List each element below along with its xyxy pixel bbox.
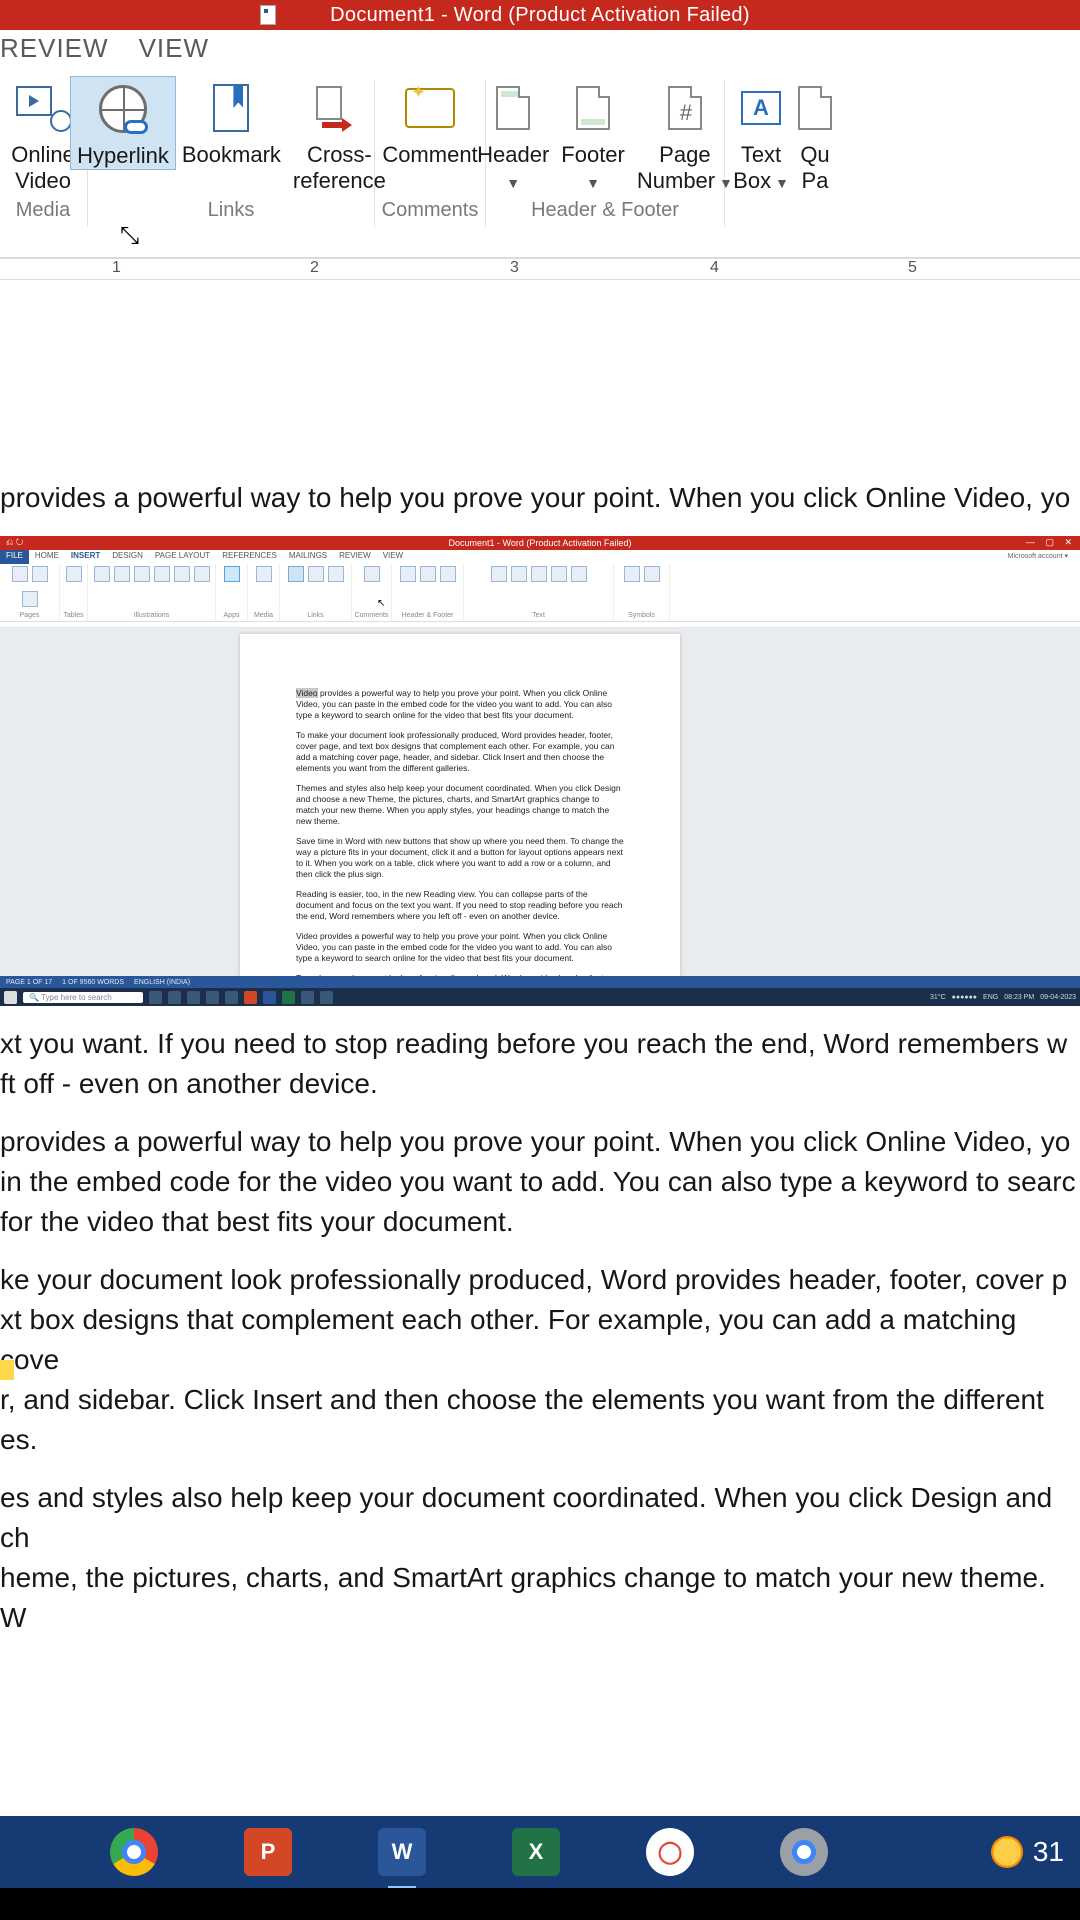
- tab-view[interactable]: VIEW: [127, 27, 227, 70]
- online-video-icon: [16, 86, 70, 130]
- mini-system-tray[interactable]: 31°C ●●●●●● ENG 08:23 PM 09-04-2023: [930, 994, 1076, 1001]
- page-number-button[interactable]: # Page Number ▼: [631, 76, 739, 196]
- chevron-down-icon: ▼: [506, 175, 520, 191]
- taskbar-chrome-icon[interactable]: [110, 1828, 158, 1876]
- mini-status-words: 1 OF 9560 WORDS: [62, 979, 124, 986]
- comment-icon: ✦: [405, 88, 455, 128]
- group-label-headerfooter: Header & Footer: [487, 199, 723, 222]
- cropped-icon-fragment: [0, 1360, 14, 1380]
- mini-hyperlink-button[interactable]: [288, 566, 304, 582]
- mini-app-icon[interactable]: [301, 991, 314, 1004]
- ruler-number: 4: [710, 259, 719, 277]
- mini-ribbon-tabs: FILE HOME INSERT DESIGN PAGE LAYOUT REFE…: [0, 550, 1080, 564]
- ribbon: Online Video Media Hyperlink Bookmark Cr…: [0, 70, 1080, 258]
- ruler-number: 1: [112, 259, 121, 277]
- mini-tab-view[interactable]: VIEW: [377, 550, 409, 564]
- letterbox-bar: [0, 1888, 1080, 1920]
- mini-folder-icon[interactable]: [206, 991, 219, 1004]
- bookmark-button[interactable]: Bookmark: [176, 76, 287, 168]
- document-canvas[interactable]: [0, 280, 1080, 460]
- quick-parts-icon: [798, 86, 832, 130]
- mini-explorer-icon[interactable]: [168, 991, 181, 1004]
- footer-icon: [576, 86, 610, 130]
- taskbar-temp: 31: [1033, 1836, 1064, 1868]
- comment-button[interactable]: ✦ Comment: [376, 76, 483, 168]
- mini-search-input[interactable]: 🔍 Type here to search: [23, 992, 143, 1003]
- bookmark-icon: [213, 84, 249, 132]
- header-button[interactable]: Header▼: [471, 76, 555, 196]
- mini-account[interactable]: Microsoft account ▾: [1008, 550, 1074, 564]
- mini-excel-icon[interactable]: [282, 991, 295, 1004]
- mini-document-page[interactable]: Video provides a powerful way to help yo…: [240, 634, 680, 976]
- ribbon-tabs: REVIEW VIEW: [0, 30, 1080, 70]
- mini-status-lang: ENGLISH (INDIA): [134, 979, 190, 986]
- mini-selected-text[interactable]: Video: [296, 688, 318, 698]
- mini-cursor-icon: ↖: [377, 598, 385, 609]
- group-label-comments: Comments: [376, 199, 484, 222]
- mini-status-bar[interactable]: PAGE 1 OF 17 1 OF 9560 WORDS ENGLISH (IN…: [0, 976, 1080, 988]
- page-number-icon: #: [668, 86, 702, 130]
- quick-parts-button[interactable]: Qu Pa: [779, 76, 851, 194]
- mini-tab-page-layout[interactable]: PAGE LAYOUT: [149, 550, 216, 564]
- taskbar-word-icon[interactable]: W: [378, 1828, 426, 1876]
- mini-tab-file[interactable]: FILE: [0, 550, 29, 564]
- mini-tab-references[interactable]: REFERENCES: [216, 550, 283, 564]
- chevron-down-icon: ▼: [586, 175, 600, 191]
- ruler-number: 5: [908, 259, 917, 277]
- taskbar-excel-icon[interactable]: X: [512, 1828, 560, 1876]
- mini-document-canvas[interactable]: Video provides a powerful way to help yo…: [0, 628, 1080, 976]
- window-title: Document1 - Word (Product Activation Fai…: [330, 4, 750, 27]
- mini-lang: ENG: [983, 994, 998, 1001]
- embedded-screenshot: ⎌ ↻ Document1 - Word (Product Activation…: [0, 536, 1080, 1006]
- mini-temp: 31°C: [930, 994, 946, 1001]
- mini-taskbar[interactable]: 🔍 Type here to search 31°C ●●●●●● ENG 08…: [0, 988, 1080, 1006]
- mini-ppt-icon[interactable]: [244, 991, 257, 1004]
- taskbar-weather[interactable]: 31: [991, 1836, 1080, 1868]
- hyperlink-button[interactable]: Hyperlink: [70, 76, 176, 170]
- mini-status-page: PAGE 1 OF 17: [6, 979, 52, 986]
- mini-tab-insert[interactable]: INSERT: [65, 550, 106, 564]
- mini-tab-design[interactable]: DESIGN: [106, 550, 149, 564]
- tab-review[interactable]: REVIEW: [0, 27, 127, 70]
- word-doc-icon: [260, 5, 276, 25]
- horizontal-ruler[interactable]: 1 2 3 4 5: [0, 258, 1080, 280]
- ruler-number: 3: [510, 259, 519, 277]
- mini-tab-review[interactable]: REVIEW: [333, 550, 377, 564]
- mini-taskview-icon[interactable]: [149, 991, 162, 1004]
- document-text[interactable]: xt you want. If you need to stop reading…: [0, 1024, 1080, 1638]
- mini-tab-mailings[interactable]: MAILINGS: [283, 550, 333, 564]
- document-text[interactable]: provides a powerful way to help you prov…: [0, 478, 1080, 518]
- text-box-icon: A: [741, 91, 781, 125]
- mini-tab-home[interactable]: HOME: [29, 550, 65, 564]
- mouse-cursor-icon: ⤡: [120, 222, 139, 250]
- mini-start-icon[interactable]: [4, 991, 17, 1004]
- mini-window-controls[interactable]: — ▢ ✕: [1026, 537, 1076, 548]
- mini-word-icon[interactable]: [263, 991, 276, 1004]
- group-label-links: Links: [89, 199, 373, 222]
- footer-button[interactable]: Footer▼: [555, 76, 631, 196]
- mini-time: 08:23 PM: [1004, 994, 1034, 1001]
- hyperlink-icon: [99, 85, 147, 133]
- taskbar-chrome-faded-icon[interactable]: [780, 1828, 828, 1876]
- mini-edge-icon[interactable]: [187, 991, 200, 1004]
- mini-chrome-icon[interactable]: [225, 991, 238, 1004]
- header-icon: [496, 86, 530, 130]
- cross-reference-icon: [316, 86, 362, 130]
- taskbar-recorder-icon[interactable]: ◯: [646, 1828, 694, 1876]
- taskbar[interactable]: P W X ◯ 31: [0, 1816, 1080, 1888]
- mini-app-icon[interactable]: [320, 991, 333, 1004]
- title-bar: Document1 - Word (Product Activation Fai…: [0, 0, 1080, 30]
- taskbar-powerpoint-icon[interactable]: P: [244, 1828, 292, 1876]
- mini-title-bar: ⎌ ↻ Document1 - Word (Product Activation…: [0, 536, 1080, 550]
- ruler-number: 2: [310, 259, 319, 277]
- mini-ribbon: Pages Tables Illustrations Apps Media Li…: [0, 564, 1080, 622]
- mini-qat[interactable]: ⎌ ↻: [6, 537, 23, 548]
- sun-icon: [991, 1836, 1023, 1868]
- mini-date: 09-04-2023: [1040, 994, 1076, 1001]
- mini-title-text: Document1 - Word (Product Activation Fai…: [449, 538, 632, 548]
